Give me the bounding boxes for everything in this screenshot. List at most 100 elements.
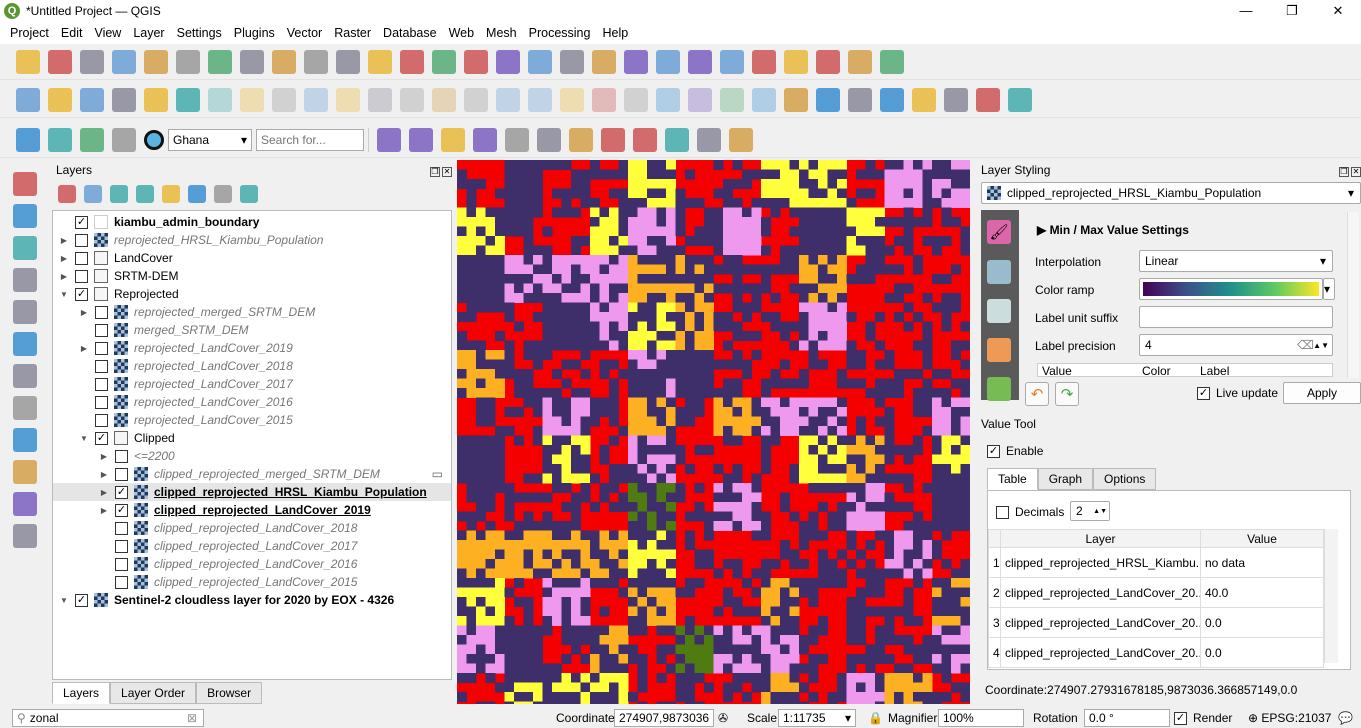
expand-all-icon[interactable] — [188, 185, 206, 203]
vertex-tool-icon[interactable] — [336, 87, 360, 112]
label-icon[interactable] — [592, 87, 616, 112]
interpolation-select[interactable]: Linear ▾ — [1139, 250, 1333, 272]
layer-visibility-checkbox[interactable]: ✓ — [115, 485, 128, 499]
open-project-icon[interactable] — [48, 49, 72, 74]
layer-item[interactable]: ▶ LandCover — [53, 249, 451, 267]
maximize-button[interactable]: ❐ — [1269, 0, 1315, 22]
info-icon[interactable] — [697, 127, 721, 152]
layer-visibility-checkbox[interactable] — [95, 395, 108, 409]
zoom-last-icon[interactable] — [432, 49, 456, 74]
expand-icon[interactable]: ▶ — [99, 470, 109, 479]
layer-indicator-icon[interactable]: ▭ — [432, 467, 443, 481]
layer-item[interactable]: ▼ ✓ Reprojected — [53, 285, 451, 303]
delete-icon[interactable] — [400, 87, 424, 112]
add-wcs-icon[interactable] — [13, 492, 37, 516]
collapse-all-icon[interactable] — [214, 185, 232, 203]
manage-visibility-icon[interactable] — [110, 185, 128, 203]
lock-icon[interactable]: 🔒 — [868, 711, 883, 725]
enable-toggle[interactable]: ✓ Enable — [987, 444, 1043, 458]
add-feature-icon[interactable] — [304, 87, 328, 112]
layer-visibility-checkbox[interactable] — [95, 377, 108, 391]
open-attribute-table-icon[interactable] — [656, 49, 680, 74]
temporal-icon[interactable] — [592, 49, 616, 74]
layer-item[interactable]: merged_SRTM_DEM — [53, 321, 451, 339]
select-features-icon[interactable] — [16, 127, 40, 152]
expand-icon[interactable]: ▶ — [99, 452, 109, 461]
layer-item[interactable]: ▼ ✓ Clipped — [53, 429, 451, 447]
profile-icon[interactable] — [377, 127, 401, 152]
save-edits-icon[interactable] — [272, 87, 296, 112]
layer-visibility-checkbox[interactable]: ✓ — [75, 593, 88, 607]
add-vector-icon[interactable] — [13, 300, 37, 324]
text-annotation-icon[interactable] — [880, 49, 904, 74]
expand-icon[interactable]: ▶ — [79, 308, 89, 317]
identify-icon[interactable] — [624, 49, 648, 74]
spin-icon[interactable]: ▲▼ — [1093, 508, 1107, 515]
decimals-checkbox[interactable] — [996, 505, 1009, 519]
layer-visibility-checkbox[interactable]: ✓ — [115, 503, 128, 517]
hcmgis-icon[interactable] — [409, 127, 433, 152]
layer-visibility-checkbox[interactable] — [115, 539, 128, 553]
deselect-icon[interactable] — [48, 127, 72, 152]
add-raster-icon[interactable] — [16, 87, 40, 112]
tab-table[interactable]: Table — [987, 468, 1038, 490]
layer-item[interactable]: ▶ clipped_reprojected_merged_SRTM_DEM ▭ — [53, 465, 451, 483]
layer-visibility-checkbox[interactable]: ✓ — [75, 215, 88, 229]
menu-web[interactable]: Web — [443, 26, 480, 40]
globe-icon[interactable] — [633, 127, 657, 152]
pan-icon[interactable] — [176, 49, 200, 74]
python-console-icon[interactable] — [473, 127, 497, 152]
layer-visibility-checkbox[interactable]: ✓ — [75, 287, 88, 301]
label-suffix-input[interactable] — [1139, 306, 1333, 328]
minmax-section[interactable]: ▶ Min / Max Value Settings — [1037, 223, 1189, 237]
collapse-icon[interactable]: ▼ — [59, 290, 69, 299]
current-edits-icon[interactable] — [208, 87, 232, 112]
search-input[interactable] — [256, 128, 364, 151]
add-wms-icon[interactable] — [13, 428, 37, 452]
styling-scrollbar[interactable] — [1347, 212, 1359, 378]
semi-auto-icon[interactable] — [441, 127, 465, 152]
clear-icon[interactable]: ⊠ — [187, 711, 197, 725]
render-checkbox[interactable]: ✓ — [1174, 711, 1187, 725]
layer-visibility-checkbox[interactable] — [95, 413, 108, 427]
menu-plugins[interactable]: Plugins — [228, 26, 281, 40]
decimals-spinbox[interactable]: 2 ▲▼ — [1070, 501, 1110, 521]
layer-item[interactable]: ▶ <=2200 — [53, 447, 451, 465]
layer-item[interactable]: clipped_reprojected_LandCover_2018 — [53, 519, 451, 537]
processing-toolbox-icon[interactable] — [720, 49, 744, 74]
layer-visibility-checkbox[interactable] — [115, 557, 128, 571]
menu-project[interactable]: Project — [4, 26, 55, 40]
magnifier-spinbox[interactable]: 100% — [938, 709, 1024, 727]
apply-button[interactable]: Apply — [1283, 382, 1361, 404]
label-precision-spinbox[interactable]: 4 ⌫ ▲▼ — [1139, 334, 1333, 356]
add-delimited-icon[interactable] — [13, 524, 37, 548]
paste-icon[interactable] — [496, 87, 520, 112]
layer-visibility-checkbox[interactable]: ✓ — [95, 431, 108, 445]
rotation-spinbox[interactable]: 0.0 ° — [1084, 709, 1170, 727]
pin-label-icon[interactable] — [624, 87, 648, 112]
tab-browser[interactable]: Browser — [196, 682, 263, 704]
layer-item[interactable]: ▼ ✓ Sentinel-2 cloudless layer for 2020 by… — [53, 591, 451, 609]
collapse-icon[interactable]: ▼ — [59, 596, 69, 605]
live-update-toggle[interactable]: ✓ Live update — [1197, 386, 1278, 400]
histogram-icon[interactable] — [987, 299, 1011, 323]
layer-item[interactable]: ▶ reprojected_HRSL_Kiambu_Population — [53, 231, 451, 249]
add-raster-icon[interactable] — [13, 332, 37, 356]
redo-icon[interactable]: ↷ — [1055, 382, 1079, 406]
symbology-icon[interactable]: 🖌 — [987, 220, 1011, 244]
live-update-checkbox[interactable]: ✓ — [1197, 386, 1210, 400]
spin-icon[interactable]: ▲▼ — [1313, 341, 1329, 350]
expand-icon[interactable]: ▶ — [79, 344, 89, 353]
layers-icon[interactable] — [601, 127, 625, 152]
qgis2web-icon[interactable] — [1008, 87, 1032, 112]
layer-item[interactable]: clipped_reprojected_LandCover_2016 — [53, 555, 451, 573]
copy-features-icon[interactable] — [368, 87, 392, 112]
expand-icon[interactable]: ▶ — [99, 506, 109, 515]
coordinate-field[interactable]: 274907,9873036 — [614, 709, 714, 727]
menu-database[interactable]: Database — [377, 26, 443, 40]
zoom-in-icon[interactable] — [240, 49, 264, 74]
menu-help[interactable]: Help — [596, 26, 634, 40]
georeferencer-icon[interactable] — [976, 87, 1000, 112]
change-label-icon[interactable] — [784, 87, 808, 112]
menu-processing[interactable]: Processing — [523, 26, 597, 40]
